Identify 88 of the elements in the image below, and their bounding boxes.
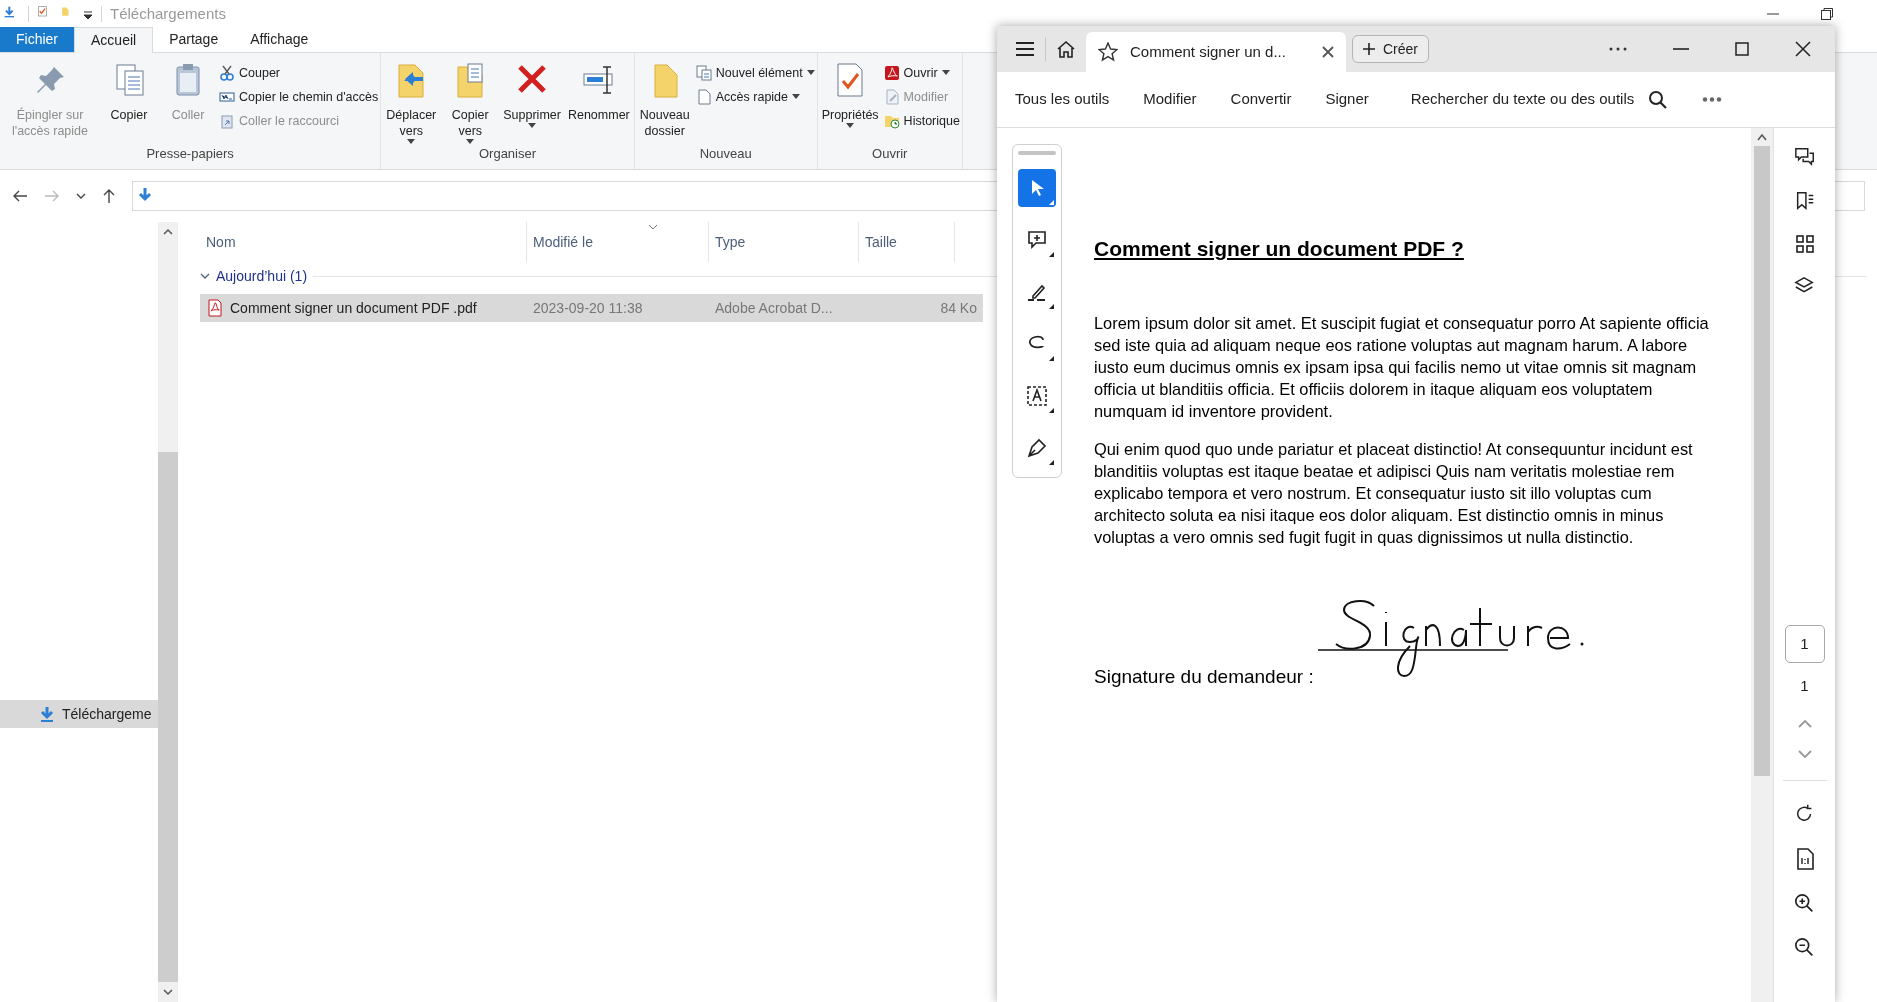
create-button[interactable]: Créer xyxy=(1352,35,1429,63)
ribbon-small-button[interactable]: Copier le chemin d'accès xyxy=(219,87,379,107)
up-arrow-icon[interactable] xyxy=(102,188,116,204)
chevron-down-icon xyxy=(200,271,210,281)
pencil-document-icon xyxy=(883,89,900,105)
ribbon-small-button[interactable]: Ouvrir xyxy=(883,63,960,83)
download-arrow-icon xyxy=(40,706,54,722)
group-label: Aujourd’hui (1) xyxy=(216,266,308,286)
column-header[interactable]: Taille xyxy=(859,222,955,262)
group-toggle[interactable] xyxy=(200,271,210,281)
chevron-up-icon[interactable] xyxy=(1797,719,1812,728)
scrollbar[interactable] xyxy=(1751,128,1773,1002)
zoom-in-icon[interactable] xyxy=(1793,892,1816,915)
file-date: 2023-09-20 11:38 xyxy=(532,298,644,318)
ribbon-button[interactable]: Déplacer vers xyxy=(383,61,440,141)
file-size: 84 Ko xyxy=(939,298,978,318)
scrollbar[interactable] xyxy=(158,222,178,1002)
search-icon[interactable] xyxy=(1648,89,1669,110)
documents-icon xyxy=(695,65,712,81)
ribbon-button[interactable]: Copier xyxy=(101,61,157,141)
restore-icon[interactable] xyxy=(1821,8,1833,20)
ribbon-tab[interactable]: Fichier xyxy=(0,27,74,52)
ribbon-tab[interactable]: Accueil xyxy=(74,27,154,53)
thumbnails-icon[interactable] xyxy=(1794,234,1815,254)
back-arrow-icon[interactable] xyxy=(12,188,28,204)
more-icon[interactable] xyxy=(1609,47,1627,51)
path-icon xyxy=(219,89,235,105)
close-icon[interactable] xyxy=(1795,41,1811,57)
comment-plus-icon xyxy=(1025,228,1049,252)
window-title: Téléchargements xyxy=(110,3,226,24)
toolbar-menu-item[interactable]: Modifier xyxy=(1143,88,1197,111)
menu-icon xyxy=(1016,42,1034,56)
ribbon-group-label: Organiser xyxy=(477,144,538,163)
chevron-up-icon xyxy=(1757,133,1767,141)
text-box-icon xyxy=(1025,384,1049,408)
column-header[interactable]: Nom xyxy=(200,222,527,262)
folder-clock-icon xyxy=(883,113,900,129)
ribbon-group-label: Nouveau xyxy=(698,144,753,163)
ribbon-button[interactable]: Nouveau dossier xyxy=(636,61,693,141)
ribbon-small-button[interactable]: Accès rapide xyxy=(695,87,815,107)
home-icon xyxy=(1056,40,1076,58)
ribbon-button[interactable]: Supprimer xyxy=(501,61,563,141)
scissors-icon xyxy=(219,65,235,81)
paragraph: Lorem ipsum dolor sit amet. Et suscipit fugiat et consequatur porro At sapiente officia sed iste quia ad aliquam neque eos ratione voluptas aut magnam harum. A labore iusto eum ducimus omnis ex ipsam ipsa qui facilis nemo ut vitae omnis sit magnam officia ut blanditiis officia. Et officiis dolorem in itaque aliquam eos voluptatem numquam id inventore provident. xyxy=(1094,313,1710,422)
page-number-field[interactable]: 1 xyxy=(1784,625,1825,663)
signature-label: Signature du demandeur : xyxy=(1094,666,1314,688)
comments-icon[interactable] xyxy=(1793,146,1816,168)
ribbon-button[interactable]: Renommer xyxy=(565,61,632,141)
shortcut-icon xyxy=(219,113,235,129)
toolbar-menu-item[interactable]: Signer xyxy=(1325,88,1369,111)
close-icon[interactable] xyxy=(1322,46,1334,58)
document-icon xyxy=(695,89,712,105)
ribbon-button[interactable]: Propriétés xyxy=(819,61,881,141)
chevron-up-icon xyxy=(163,227,173,237)
file-name: Comment signer un document PDF .pdf xyxy=(230,298,477,318)
maximize-icon[interactable] xyxy=(1735,42,1749,56)
toolbar-menu-item[interactable]: Tous les outils xyxy=(1015,88,1110,111)
column-header[interactable]: Modifié le xyxy=(527,222,709,262)
chevron-down-icon xyxy=(163,987,173,997)
caret-icon[interactable] xyxy=(83,9,93,19)
ribbon-tab[interactable]: Partage xyxy=(153,27,235,52)
ribbon-tab[interactable]: Affichage xyxy=(234,27,325,52)
pen-nib-icon xyxy=(1025,436,1049,460)
ribbon-small-button[interactable]: Nouvel élément xyxy=(695,63,815,83)
document-tab[interactable]: Comment signer un d... xyxy=(1086,32,1346,72)
ribbon-small-button[interactable]: Couper xyxy=(219,63,379,83)
page-count: 1 xyxy=(1800,676,1809,696)
plus-icon xyxy=(1363,43,1375,55)
ribbon-button[interactable]: Copier vers xyxy=(442,61,499,141)
file-row[interactable]: Comment signer un document PDF .pdf 2023-09-20 11:38 Adobe Acrobat D... 84 Ko xyxy=(200,294,983,322)
nav-item[interactable]: Téléchargeme xyxy=(0,700,158,728)
ribbon-group-label: Ouvrir xyxy=(871,144,909,163)
star-icon xyxy=(1098,42,1118,62)
sort-chevron-icon xyxy=(648,224,658,230)
more-icon[interactable] xyxy=(1702,97,1723,102)
pdf-file-icon xyxy=(208,299,222,317)
zoom-out-icon[interactable] xyxy=(1793,936,1816,959)
search-label[interactable]: Rechercher du texte ou des outils xyxy=(1410,88,1635,111)
chevron-down-icon[interactable] xyxy=(76,191,86,201)
file-type: Adobe Acrobat D... xyxy=(714,298,834,318)
ribbon-group-label: Presse-papiers xyxy=(145,144,235,163)
pdf-icon xyxy=(883,65,900,81)
document-title: Comment signer un document PDF ? xyxy=(1094,238,1464,260)
column-header[interactable]: Type xyxy=(709,222,859,262)
paragraph: Qui enim quod quo unde pariatur et placeat distinctio! At consequuntur incidunt est blanditiis voluptas est itaque beatae et adipisci Quis nam veritatis molestiae rem explicabo tempora et vero nostrum. Et consequatur iusto sit illo voluptas cum architecto soluta ea nisi itaque eos dolor aliquam. Est distinctio omnis in minus voluptas a vero omnis sed fugit fugit in quas dignissimos ut nulla distinctio. xyxy=(1094,439,1694,548)
ribbon-small-button[interactable]: Historique xyxy=(883,111,960,131)
tab-title: Comment signer un d... xyxy=(1130,41,1286,62)
toolbar-menu-item[interactable]: Convertir xyxy=(1230,88,1292,111)
